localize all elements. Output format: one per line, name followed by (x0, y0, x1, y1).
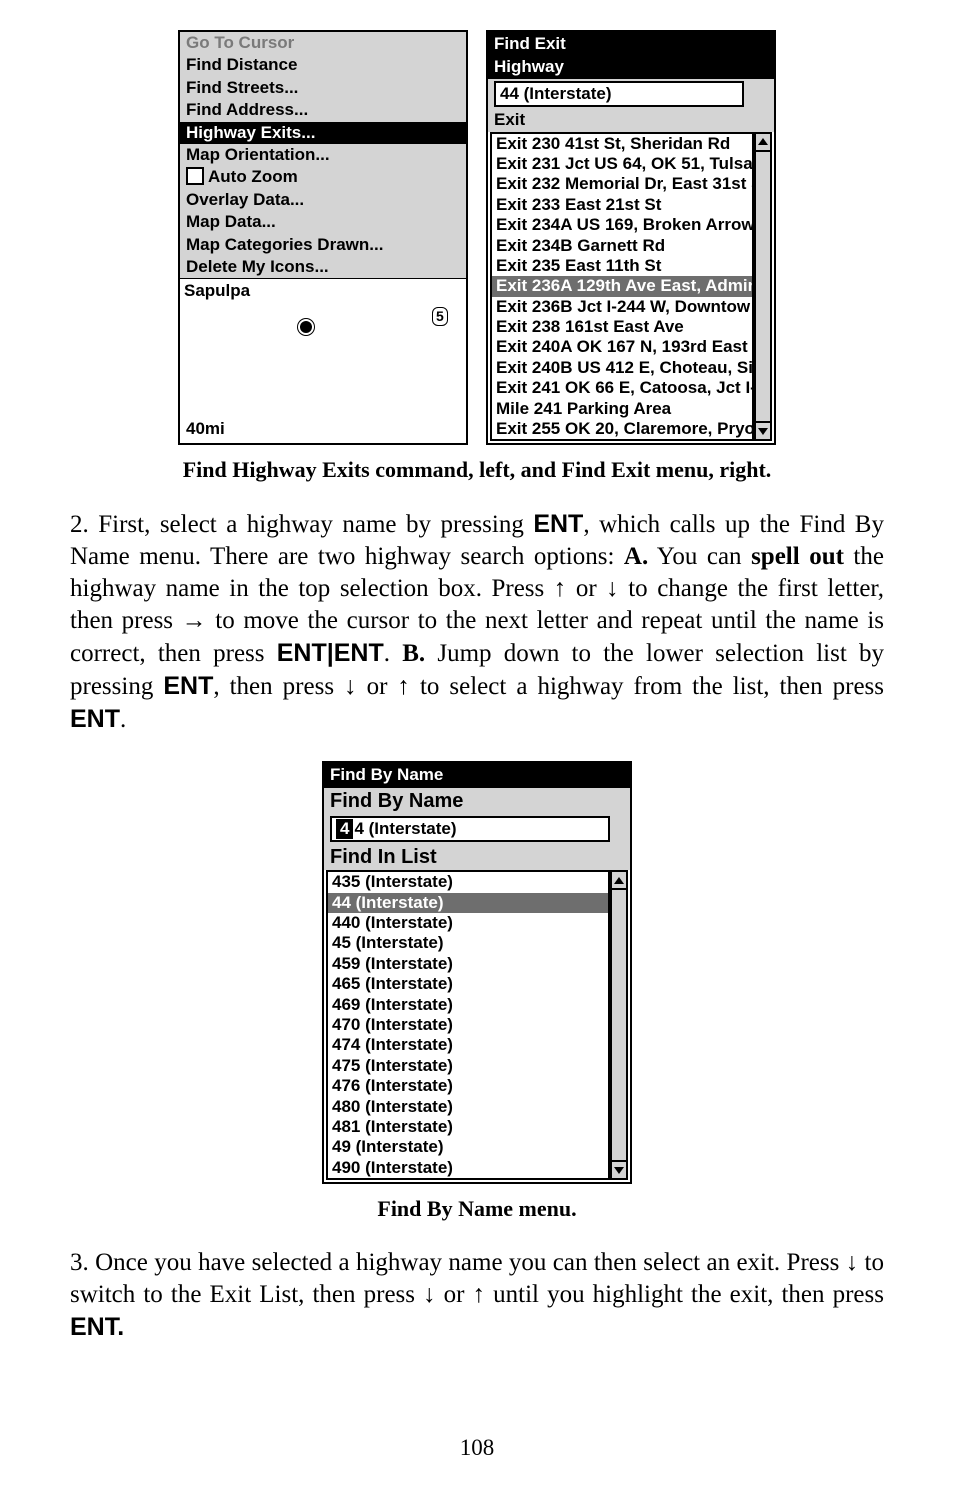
list-item[interactable]: 476 (Interstate) (328, 1076, 608, 1096)
menu-item[interactable]: Overlay Data... (180, 189, 466, 211)
name-list-area: 435 (Interstate)44 (Interstate)440 (Inte… (324, 870, 630, 1182)
list-item[interactable]: Exit 232 Memorial Dr, East 31st S (492, 174, 752, 194)
list-item[interactable]: Exit 240B US 412 E, Choteau, Silo (492, 358, 752, 378)
edit-caret-icon: 4 (336, 819, 353, 839)
menu-item[interactable]: Map Data... (180, 211, 466, 233)
find-exit-screenshot: Find Exit Highway 44 (Interstate) Exit E… (486, 30, 776, 445)
page-number: 108 (0, 1435, 954, 1461)
highway-name-list[interactable]: 435 (Interstate)44 (Interstate)440 (Inte… (326, 870, 610, 1180)
caption-top: Find Highway Exits command, left, and Fi… (70, 457, 884, 483)
find-by-name-screenshot: Find By Name Find By Name 44 (Interstate… (322, 761, 632, 1184)
window-title: Find By Name (324, 763, 630, 787)
list-item[interactable]: 465 (Interstate) (328, 974, 608, 994)
menu-item[interactable]: Auto Zoom (180, 166, 466, 188)
list-item[interactable]: 470 (Interstate) (328, 1015, 608, 1035)
map-cursor-icon (300, 321, 312, 333)
scrollbar[interactable] (754, 132, 772, 442)
step-2-paragraph: 2. First, select a highway name by press… (70, 508, 884, 736)
checkbox-icon[interactable] (186, 167, 204, 185)
list-item[interactable]: 44 (Interstate) (328, 893, 608, 913)
list-item[interactable]: Exit 234A US 169, Broken Arrow (492, 215, 752, 235)
middle-screenshot-row: Find By Name Find By Name 44 (Interstate… (70, 761, 884, 1184)
list-item[interactable]: Exit 241 OK 66 E, Catoosa, Jct I- (492, 378, 752, 398)
name-input[interactable]: 44 (Interstate) (330, 816, 610, 842)
scroll-down-icon[interactable] (756, 421, 770, 439)
map-range-label: 40mi (186, 419, 225, 439)
exit-section-label: Exit (488, 109, 774, 131)
list-item[interactable]: 459 (Interstate) (328, 954, 608, 974)
top-screenshot-row: Go To CursorFind DistanceFind Streets...… (70, 30, 884, 445)
caption-middle: Find By Name menu. (70, 1196, 884, 1222)
list-item[interactable]: Exit 255 OK 20, Claremore, Pryo (492, 419, 752, 439)
scroll-up-icon[interactable] (756, 134, 770, 152)
menu-item[interactable]: Map Orientation... (180, 144, 466, 166)
list-item[interactable]: 45 (Interstate) (328, 933, 608, 953)
window-title: Find Exit (488, 32, 774, 56)
list-item[interactable]: Exit 240A OK 167 N, 193rd East A (492, 337, 752, 357)
menu-item[interactable]: Find Distance (180, 54, 466, 76)
list-item[interactable]: 435 (Interstate) (328, 872, 608, 892)
map-menu-screenshot: Go To CursorFind DistanceFind Streets...… (178, 30, 468, 445)
menu-item[interactable]: Map Categories Drawn... (180, 234, 466, 256)
name-field-row: 44 (Interstate) (324, 814, 630, 844)
scrollbar[interactable] (610, 870, 628, 1180)
list-item[interactable]: Exit 234B Garnett Rd (492, 236, 752, 256)
list-item[interactable]: 469 (Interstate) (328, 995, 608, 1015)
scroll-down-icon[interactable] (612, 1160, 626, 1178)
list-item[interactable]: 440 (Interstate) (328, 913, 608, 933)
list-item[interactable]: 474 (Interstate) (328, 1035, 608, 1055)
list-item[interactable]: Exit 236A 129th Ave East, Admir (492, 276, 752, 296)
list-item[interactable]: Exit 231 Jct US 64, OK 51, Tulsa, (492, 154, 752, 174)
menu-item[interactable]: Delete My Icons... (180, 256, 466, 278)
menu-item[interactable]: Find Streets... (180, 77, 466, 99)
list-item[interactable]: 480 (Interstate) (328, 1097, 608, 1117)
list-item[interactable]: Mile 241 Parking Area (492, 399, 752, 419)
menu-item[interactable]: Go To Cursor (180, 32, 466, 54)
scroll-up-icon[interactable] (612, 872, 626, 890)
list-item[interactable]: 475 (Interstate) (328, 1056, 608, 1076)
list-item[interactable]: 481 (Interstate) (328, 1117, 608, 1137)
map-viewport: Sapulpa 5 40mi (180, 278, 466, 443)
highway-section-label: Highway (488, 56, 774, 78)
exit-list-area: Exit 230 41st St, Sheridan RdExit 231 Jc… (488, 132, 774, 444)
menu-item[interactable]: Find Address... (180, 99, 466, 121)
list-item[interactable]: Exit 235 East 11th St (492, 256, 752, 276)
list-item[interactable]: 490 (Interstate) (328, 1158, 608, 1178)
step-3-paragraph: 3. Once you have selected a highway name… (70, 1247, 884, 1344)
list-item[interactable]: Exit 236B Jct I-244 W, Downtow (492, 297, 752, 317)
list-item[interactable]: Exit 233 East 21st St (492, 195, 752, 215)
find-by-name-label: Find By Name (324, 788, 630, 814)
highway-field-row: 44 (Interstate) (488, 79, 774, 109)
map-marker-number: 5 (432, 307, 448, 326)
menu-item[interactable]: Highway Exits... (180, 122, 466, 144)
find-in-list-label: Find In List (324, 844, 630, 870)
highway-input[interactable]: 44 (Interstate) (494, 81, 744, 107)
list-item[interactable]: Exit 230 41st St, Sheridan Rd (492, 134, 752, 154)
map-city-label: Sapulpa (184, 281, 250, 301)
list-item[interactable]: 49 (Interstate) (328, 1137, 608, 1157)
list-item[interactable]: Exit 238 161st East Ave (492, 317, 752, 337)
exit-list[interactable]: Exit 230 41st St, Sheridan RdExit 231 Jc… (490, 132, 754, 442)
